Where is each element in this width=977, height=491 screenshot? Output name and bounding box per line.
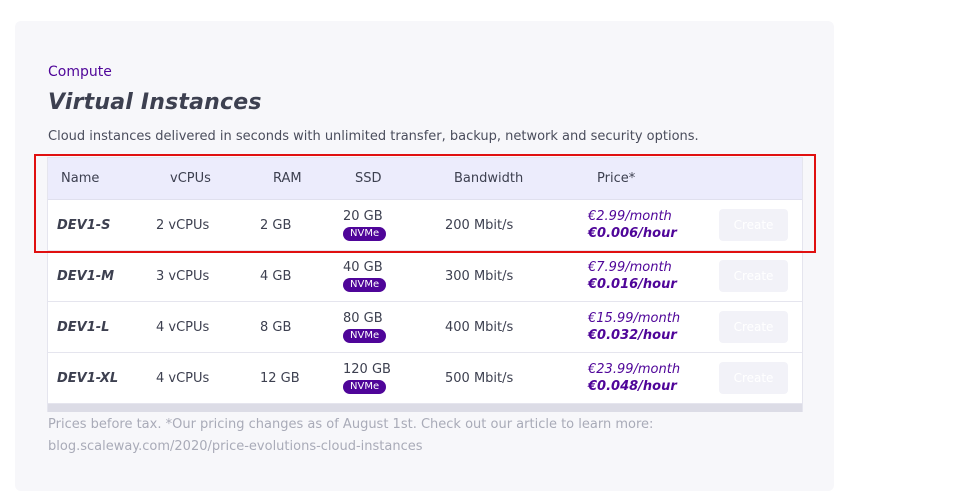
price-per-month: €15.99/month xyxy=(588,311,681,326)
instance-ram: 12 GB xyxy=(260,370,300,386)
instance-bandwidth: 400 Mbit/s xyxy=(445,319,514,335)
instance-vcpus: 2 vCPUs xyxy=(156,217,210,233)
table-row: DEV1-S 2 vCPUs 2 GB 20 GB NVMe 200 Mbit/… xyxy=(48,200,802,251)
table-row: DEV1-XL 4 vCPUs 12 GB 120 GB NVMe 500 Mb… xyxy=(48,353,802,404)
price-per-hour: €0.048/hour xyxy=(588,379,677,394)
column-header-vcpus: vCPUs xyxy=(170,171,211,186)
instance-action: Create xyxy=(713,362,801,394)
table-header: Name vCPUs RAM SSD Bandwidth Price* xyxy=(48,158,802,200)
instance-name: DEV1-S xyxy=(57,217,111,233)
nvme-badge: NVMe xyxy=(343,278,387,292)
page-description: Cloud instances delivered in seconds wit… xyxy=(48,129,699,144)
column-header-price: Price* xyxy=(597,171,636,186)
instance-ram: 8 GB xyxy=(260,319,292,335)
pricing-note-line1: Prices before tax. *Our pricing changes … xyxy=(48,417,654,432)
ssd-size: 120 GB xyxy=(343,362,391,377)
column-header-name: Name xyxy=(61,171,100,186)
instance-vcpus: 4 vCPUs xyxy=(156,370,210,386)
nvme-badge: NVMe xyxy=(343,329,387,343)
table-row: DEV1-M 3 vCPUs 4 GB 40 GB NVMe 300 Mbit/… xyxy=(48,251,802,302)
price-per-month: €7.99/month xyxy=(588,260,672,275)
instance-name: DEV1-XL xyxy=(57,370,119,386)
instance-vcpus: 4 vCPUs xyxy=(156,319,210,335)
column-header-ssd: SSD xyxy=(355,171,382,186)
instance-action: Create xyxy=(713,311,801,343)
page-title: Virtual Instances xyxy=(48,90,262,115)
create-button[interactable]: Create xyxy=(719,362,788,394)
category-label: Compute xyxy=(48,64,112,80)
pricing-note-link[interactable]: blog.scaleway.com/2020/price-evolutions-… xyxy=(48,436,668,458)
nvme-badge: NVMe xyxy=(343,380,387,394)
instance-vcpus: 3 vCPUs xyxy=(156,268,210,284)
instance-ssd: 120 GB NVMe xyxy=(343,362,445,394)
instance-price: €23.99/month €0.048/hour xyxy=(588,361,713,395)
instance-bandwidth: 200 Mbit/s xyxy=(445,217,514,233)
instance-name: DEV1-M xyxy=(57,268,115,284)
nvme-badge: NVMe xyxy=(343,227,387,241)
instance-action: Create xyxy=(713,260,801,292)
instance-ram: 4 GB xyxy=(260,268,292,284)
instance-action: Create xyxy=(713,209,801,241)
create-button[interactable]: Create xyxy=(719,311,788,343)
table-scrollbar[interactable] xyxy=(48,404,802,412)
price-per-month: €2.99/month xyxy=(588,209,672,224)
price-per-hour: €0.006/hour xyxy=(588,226,677,241)
instance-price: €15.99/month €0.032/hour xyxy=(588,310,713,344)
instances-table: Name vCPUs RAM SSD Bandwidth Price* DEV1… xyxy=(47,157,803,412)
ssd-size: 40 GB xyxy=(343,260,383,275)
table-row: DEV1-L 4 vCPUs 8 GB 80 GB NVMe 400 Mbit/… xyxy=(48,302,802,353)
instance-ssd: 40 GB NVMe xyxy=(343,260,445,292)
instance-name: DEV1-L xyxy=(57,319,110,335)
create-button[interactable]: Create xyxy=(719,209,788,241)
instance-ssd: 20 GB NVMe xyxy=(343,209,445,241)
ssd-size: 20 GB xyxy=(343,209,383,224)
instance-bandwidth: 300 Mbit/s xyxy=(445,268,514,284)
instance-ssd: 80 GB NVMe xyxy=(343,311,445,343)
instance-price: €7.99/month €0.016/hour xyxy=(588,259,713,293)
create-button[interactable]: Create xyxy=(719,260,788,292)
pricing-note: Prices before tax. *Our pricing changes … xyxy=(48,414,668,458)
price-per-month: €23.99/month xyxy=(588,362,681,377)
ssd-size: 80 GB xyxy=(343,311,383,326)
column-header-bandwidth: Bandwidth xyxy=(454,171,524,186)
price-per-hour: €0.016/hour xyxy=(588,277,677,292)
instance-price: €2.99/month €0.006/hour xyxy=(588,208,713,242)
column-header-ram: RAM xyxy=(273,171,302,186)
price-per-hour: €0.032/hour xyxy=(588,328,677,343)
instance-bandwidth: 500 Mbit/s xyxy=(445,370,514,386)
instance-ram: 2 GB xyxy=(260,217,292,233)
